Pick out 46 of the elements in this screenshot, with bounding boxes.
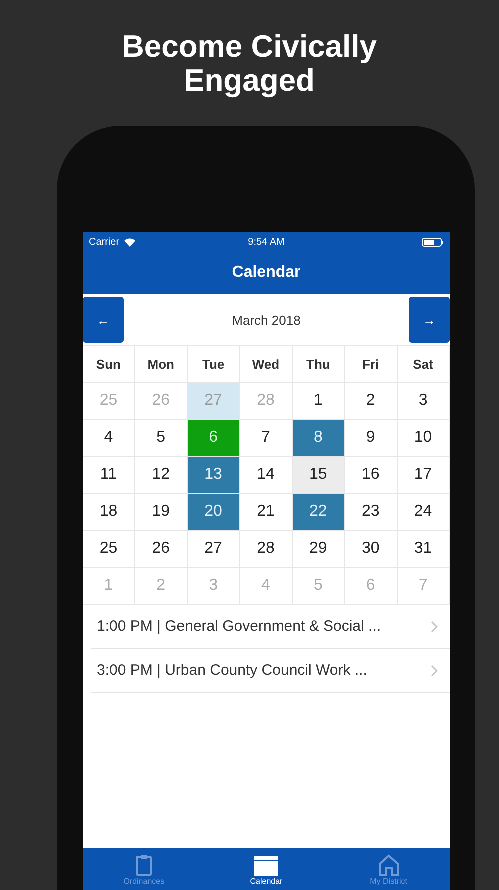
carrier-label: Carrier: [89, 236, 120, 248]
calendar-day[interactable]: 8: [292, 420, 346, 457]
weekday-header: Sun: [83, 346, 136, 383]
calendar-day[interactable]: 16: [345, 457, 398, 494]
calendar-day[interactable]: 26: [135, 531, 188, 568]
calendar-day[interactable]: 10: [398, 420, 450, 457]
calendar-day[interactable]: 30: [345, 531, 398, 568]
event-row[interactable]: 3:00 PM | Urban County Council Work ...: [91, 649, 450, 693]
next-month-button[interactable]: →: [409, 297, 450, 343]
calendar-day[interactable]: 29: [292, 531, 346, 568]
month-label: March 2018: [232, 312, 301, 328]
calendar-day[interactable]: 20: [188, 494, 240, 531]
calendar-day[interactable]: 18: [83, 494, 136, 531]
calendar-day[interactable]: 3: [398, 383, 450, 420]
calendar-day[interactable]: 31: [398, 531, 450, 568]
weekday-header: Wed: [240, 346, 293, 383]
calendar-day[interactable]: 4: [83, 420, 136, 457]
wifi-icon: [124, 238, 136, 246]
screen-title: Calendar: [232, 264, 301, 282]
chevron-icon: [431, 620, 438, 632]
weekday-header: Thu: [292, 346, 346, 383]
calendar-day[interactable]: 24: [398, 494, 450, 531]
tab-item[interactable]: Calendar: [216, 854, 316, 886]
calendar-day[interactable]: 28: [240, 531, 293, 568]
battery-icon: [422, 238, 444, 246]
calendar-day[interactable]: 22: [292, 494, 346, 531]
calendar-day[interactable]: 9: [345, 420, 398, 457]
calendar-icon: [254, 854, 278, 876]
calendar-day[interactable]: 25: [83, 531, 136, 568]
calendar-day[interactable]: 2: [345, 383, 398, 420]
home-icon: [378, 854, 400, 876]
calendar-day[interactable]: 15: [292, 457, 346, 494]
chevron-icon: [431, 664, 438, 676]
weekday-header: Mon: [135, 346, 188, 383]
event-row[interactable]: 1:00 PM | General Government & Social ...: [91, 605, 450, 649]
clipboard-icon: [136, 854, 152, 876]
status-time: 9:54 AM: [248, 236, 285, 248]
previous-month-button[interactable]: ←: [83, 297, 124, 343]
calendar-day[interactable]: 23: [345, 494, 398, 531]
calendar-day[interactable]: 13: [188, 457, 240, 494]
calendar-day[interactable]: 27: [188, 531, 240, 568]
weekday-header: Sat: [398, 346, 450, 383]
headline: Become Civically Engaged: [120, 30, 378, 98]
calendar-day[interactable]: 17: [398, 457, 450, 494]
weekday-header: Fri: [345, 346, 398, 383]
calendar-day[interactable]: 11: [83, 457, 136, 494]
